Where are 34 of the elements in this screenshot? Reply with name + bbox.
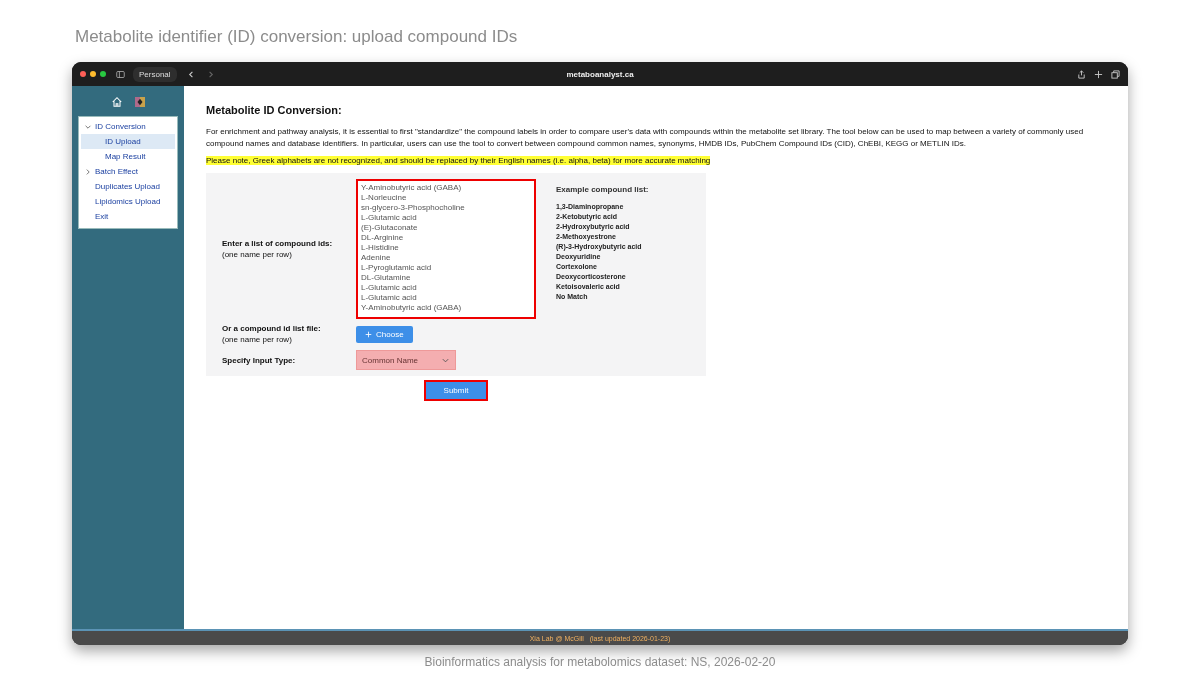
plus-icon <box>365 330 372 338</box>
new-tab-icon[interactable] <box>1094 69 1103 79</box>
type-label: Specify Input Type: <box>222 354 297 366</box>
home-icon[interactable] <box>111 96 123 108</box>
example-title: Example compound list: <box>556 185 649 194</box>
sidebar-item[interactable]: Batch Effect <box>95 167 138 176</box>
slide-title: Metabolite identifier (ID) conversion: upload compound IDs <box>75 27 518 48</box>
input-type-dropdown[interactable]: Common Name <box>356 350 456 370</box>
list-label: Enter a list of compound ids: <box>222 238 334 249</box>
sidebar-subitem[interactable]: ID Upload <box>81 134 175 149</box>
close-button[interactable] <box>80 71 86 77</box>
address-bar[interactable]: metaboanalyst.ca <box>566 69 634 79</box>
note-text: Please note, Greek alphabets are not recognized, and should be replaced by their English names (i.e. alpha, beta) for more accurate matching <box>206 156 711 165</box>
chevron-right-icon[interactable] <box>84 167 92 176</box>
sidebar-item[interactable]: Lipidomics Upload <box>95 197 161 206</box>
logo-icon[interactable] <box>135 97 145 107</box>
share-icon[interactable] <box>1077 69 1086 79</box>
minimize-button[interactable] <box>90 71 96 77</box>
page-heading: Metabolite ID Conversion: <box>206 104 343 116</box>
file-label: Or a compound id list file: <box>222 323 322 334</box>
tabs-icon[interactable] <box>1111 69 1120 79</box>
profile-button[interactable]: Personal <box>133 66 177 82</box>
sidebar-item[interactable]: ID Conversion <box>95 122 146 131</box>
back-icon[interactable] <box>186 69 196 79</box>
list-hint: (one name per row) <box>222 249 293 260</box>
compound-list-field[interactable]: Y-Aminobutyric acid (GABA) L-Norleucine sn-glycero-3-Phosphocholine L-Glutamic acid (E)-Glutaconate DL-Arginine L-Histidine Adenine L-Pyroglutamic acid DL-Glutamine L-Glutamic acid L-Glutamic acid Y-Aminobutyric acid (GABA) <box>356 179 536 319</box>
zoom-button[interactable] <box>100 71 106 77</box>
slide-caption: Bioinformatics analysis for metabolomics dataset: NS, 2026-02-20 <box>424 655 776 669</box>
intro-paragraph: For enrichment and pathway analysis, it is essential to first "standardize" the compound labels in order to compare user's data with compounds within the metabolite set library. The tool below can be used to map between a variety of commonly used compound names and database identifiers. In particular, users can use the tool to convert between compound common names, synonyms, HMDB IDs, PubChem Compound IDs (CID), ChEBI, KEGG or METLIN IDs. <box>206 126 1085 150</box>
sidebar-subitem[interactable]: Map Result <box>81 149 175 164</box>
sidebar-item[interactable]: Exit <box>95 212 109 221</box>
sidebar-item[interactable]: Duplicates Upload <box>95 182 160 191</box>
file-hint: (one name per row) <box>222 334 293 345</box>
sidebar-icon[interactable] <box>116 69 125 79</box>
